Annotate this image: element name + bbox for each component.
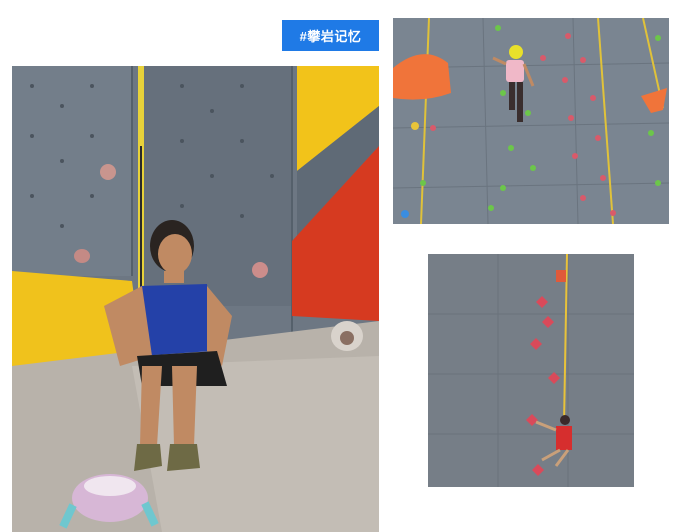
photo-girl-sitting-under-wall [12,66,379,532]
photo-speed-climber [428,254,634,487]
tag-label: #攀岩记忆 [282,20,379,51]
photo-child-climbing-wall [393,18,669,224]
